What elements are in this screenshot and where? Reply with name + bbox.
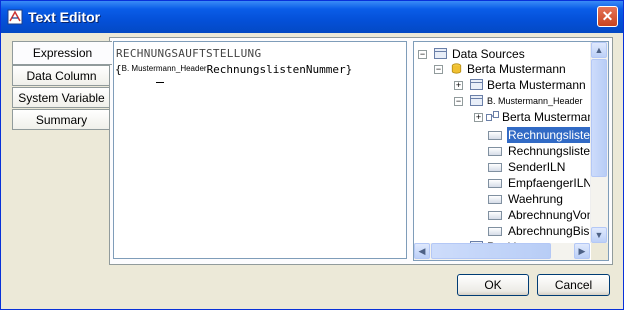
dialog-body: Expression Data Column System Variable S… (4, 33, 620, 307)
horizontal-scrollbar[interactable]: ◀ ▶ (414, 243, 590, 260)
scroll-up-button[interactable]: ▲ (591, 42, 607, 58)
close-icon: ✕ (601, 8, 614, 24)
data-source-tree[interactable]: − Data Sources − Berta Mustermann + Bert… (413, 41, 609, 261)
table-icon (470, 95, 483, 106)
arrow-down-icon: ▼ (594, 230, 604, 240)
field-icon (488, 195, 502, 204)
scroll-down-button[interactable]: ▼ (591, 227, 607, 243)
close-button[interactable]: ✕ (597, 6, 618, 27)
collapse-icon[interactable]: − (434, 65, 443, 74)
window-title: Text Editor (28, 9, 101, 25)
field-icon (488, 227, 502, 236)
arrow-up-icon: ▲ (594, 45, 604, 55)
tab-system-variable[interactable]: System Variable (12, 87, 110, 108)
cancel-button[interactable]: Cancel (537, 274, 610, 296)
arrow-right-icon: ▶ (578, 246, 586, 256)
expression-source-name: B. Mustermann_Header (121, 64, 207, 73)
table-icon (470, 79, 483, 90)
expand-icon[interactable]: + (454, 81, 463, 90)
database-icon (451, 63, 462, 74)
scroll-right-button[interactable]: ▶ (574, 243, 590, 259)
vertical-scrollbar[interactable]: ▲ ▼ (590, 42, 608, 243)
tab-summary[interactable]: Summary (12, 109, 110, 130)
field-icon (488, 163, 502, 172)
expression-field-name: RechnungslistenNummer} (206, 63, 353, 76)
tab-expression[interactable]: Expression (12, 41, 112, 65)
ok-button[interactable]: OK (457, 274, 529, 296)
arrow-left-icon: ◀ (418, 246, 426, 256)
editor-line-1: RECHNUNGSAUFTSTELLUNG (116, 47, 262, 60)
title-bar[interactable]: Text Editor ✕ (1, 1, 623, 33)
data-sources-icon (434, 48, 447, 59)
scroll-left-button[interactable]: ◀ (414, 243, 430, 259)
field-icon (488, 211, 502, 220)
text-editor-icon (7, 9, 23, 25)
vertical-scroll-thumb[interactable] (591, 59, 607, 177)
field-icon (488, 147, 502, 156)
tab-data-column[interactable]: Data Column (12, 65, 110, 86)
relation-icon (486, 111, 499, 121)
text-caret (156, 82, 164, 83)
scrollbar-corner (591, 243, 608, 260)
horizontal-scroll-thumb[interactable] (431, 243, 551, 259)
expression-panel: RECHNUNGSAUFTSTELLUNG {B. Mustermann_Hea… (109, 37, 613, 265)
collapse-icon[interactable]: − (454, 97, 463, 106)
text-editor-window: Text Editor ✕ Expression Data Column Sys… (0, 0, 624, 310)
field-icon (488, 179, 502, 188)
expression-open-brace: { (115, 63, 122, 76)
tab-list: Expression Data Column System Variable S… (12, 41, 112, 131)
expand-icon[interactable]: + (474, 113, 483, 122)
field-icon (488, 131, 502, 140)
editor-line-2: {B. Mustermann_HeaderRechnungslistenNumm… (115, 63, 352, 76)
collapse-icon[interactable]: − (418, 50, 427, 59)
expression-editor[interactable]: RECHNUNGSAUFTSTELLUNG {B. Mustermann_Hea… (113, 41, 407, 259)
